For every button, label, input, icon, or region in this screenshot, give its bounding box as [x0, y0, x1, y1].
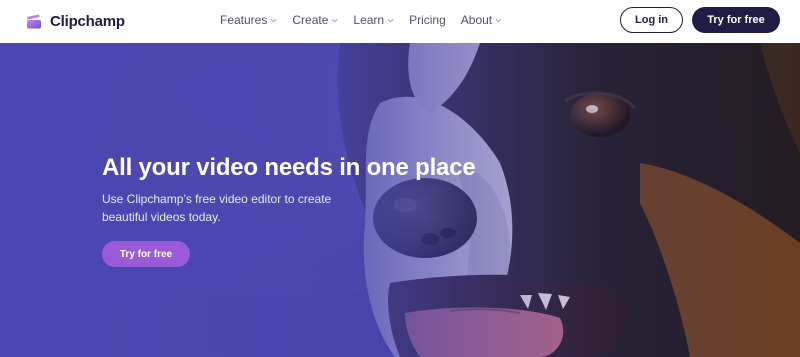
chevron-down-icon [495, 18, 502, 22]
try-for-free-hero-button[interactable]: Try for free [102, 241, 190, 267]
site-header: Clipchamp Features Create Learn Pricing … [0, 0, 800, 43]
hero-section: All your video needs in one place Use Cl… [0, 43, 800, 357]
brand-name: Clipchamp [50, 12, 125, 30]
nav-item-label: Features [220, 13, 268, 27]
nav-item-label: Create [292, 13, 329, 27]
chevron-down-icon [331, 18, 338, 22]
nav-item-pricing[interactable]: Pricing [409, 13, 446, 27]
clipchamp-logo-icon [26, 14, 42, 29]
login-button[interactable]: Log in [620, 7, 683, 33]
nav-item-create[interactable]: Create [292, 13, 338, 27]
hero-subtitle: Use Clipchamp’s free video editor to cre… [102, 192, 332, 224]
nav-item-features[interactable]: Features [220, 13, 277, 27]
clipchamp-logo[interactable]: Clipchamp [26, 10, 125, 32]
chevron-down-icon [270, 18, 277, 22]
main-nav: Features Create Learn Pricing About [220, 11, 517, 29]
nav-item-learn[interactable]: Learn [353, 13, 394, 27]
nav-item-label: Pricing [409, 13, 446, 27]
nav-item-about[interactable]: About [461, 13, 502, 27]
chevron-down-icon [387, 18, 394, 22]
hero-title: All your video needs in one place [102, 154, 476, 181]
try-for-free-header-button[interactable]: Try for free [692, 7, 780, 33]
nav-item-label: About [460, 13, 493, 27]
nav-item-label: Learn [353, 13, 385, 27]
